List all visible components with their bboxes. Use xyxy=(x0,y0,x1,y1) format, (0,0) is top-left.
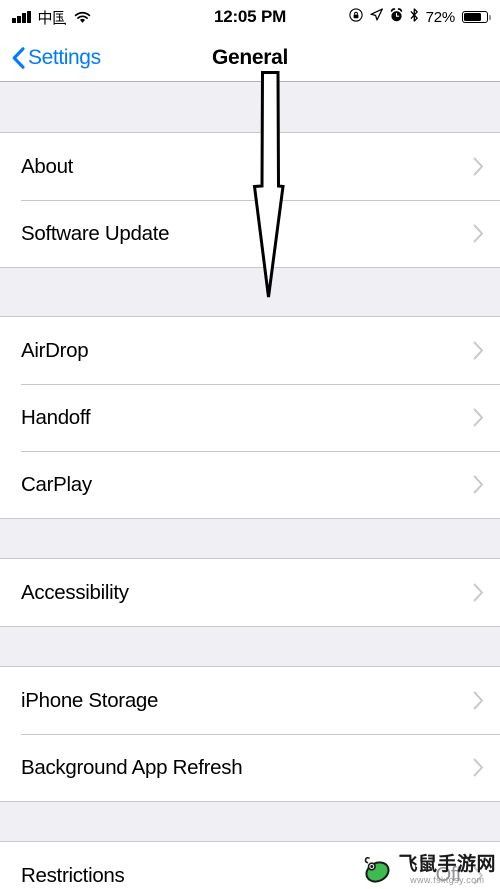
section-gap xyxy=(0,627,500,666)
settings-section-accessibility: Accessibility xyxy=(0,558,500,627)
settings-section-connectivity: AirDrop Handoff CarPlay xyxy=(0,316,500,519)
chevron-left-icon xyxy=(12,46,25,69)
site-watermark: 飞鼠手游网 www.fsktgsy.com xyxy=(360,853,496,887)
row-label: iPhone Storage xyxy=(21,688,159,712)
watermark-url: www.fsktgsy.com xyxy=(410,875,485,885)
chevron-right-icon xyxy=(473,408,484,427)
back-button[interactable]: Settings xyxy=(0,46,101,70)
navigation-bar: Settings General xyxy=(0,34,500,82)
chevron-right-icon xyxy=(473,758,484,777)
back-button-label: Settings xyxy=(28,45,101,69)
location-arrow-icon xyxy=(369,8,383,26)
row-label: Background App Refresh xyxy=(21,755,243,779)
status-bar-right: 72% xyxy=(250,7,491,27)
mouse-logo-icon xyxy=(360,853,394,887)
alarm-clock-icon xyxy=(390,7,403,27)
settings-list: About Software Update AirDrop Handoff Ca… xyxy=(0,82,500,889)
chevron-right-icon xyxy=(473,341,484,360)
settings-section-storage: iPhone Storage Background App Refresh xyxy=(0,666,500,802)
list-item[interactable]: Software Update xyxy=(0,200,500,267)
carrier-redaction xyxy=(63,2,119,30)
settings-section-info: About Software Update xyxy=(0,132,500,268)
chevron-right-icon xyxy=(473,224,484,243)
section-gap xyxy=(0,519,500,558)
row-label: AirDrop xyxy=(21,338,89,362)
chevron-right-icon xyxy=(473,583,484,602)
row-label: CarPlay xyxy=(21,472,92,496)
iphone-screen: 中国 12:05 PM 72% Settings General About S… xyxy=(0,0,500,889)
list-item[interactable]: AirDrop xyxy=(0,317,500,384)
watermark-text: 飞鼠手游网 www.fsktgsy.com xyxy=(398,855,496,885)
chevron-right-icon xyxy=(473,691,484,710)
row-label: Handoff xyxy=(21,405,91,429)
list-item[interactable]: CarPlay xyxy=(0,451,500,518)
list-item[interactable]: iPhone Storage xyxy=(0,667,500,734)
section-gap xyxy=(0,802,500,841)
status-bar: 中国 12:05 PM 72% xyxy=(0,0,500,34)
list-item[interactable]: Background App Refresh xyxy=(0,734,500,801)
list-item[interactable]: Handoff xyxy=(0,384,500,451)
battery-percent-label: 72% xyxy=(425,8,456,26)
list-item[interactable]: About xyxy=(0,133,500,200)
watermark-title: 飞鼠手游网 xyxy=(398,854,496,875)
chevron-right-icon xyxy=(473,475,484,494)
battery-icon xyxy=(462,10,491,24)
section-gap xyxy=(0,82,500,132)
rotation-lock-icon xyxy=(348,7,363,27)
chevron-right-icon xyxy=(473,157,484,176)
row-label: About xyxy=(21,154,74,178)
row-label: Accessibility xyxy=(21,580,129,604)
wifi-icon xyxy=(74,11,91,24)
section-gap xyxy=(0,268,500,316)
list-item[interactable]: Accessibility xyxy=(0,559,500,626)
row-label: Software Update xyxy=(21,221,170,245)
bluetooth-icon xyxy=(410,7,419,27)
